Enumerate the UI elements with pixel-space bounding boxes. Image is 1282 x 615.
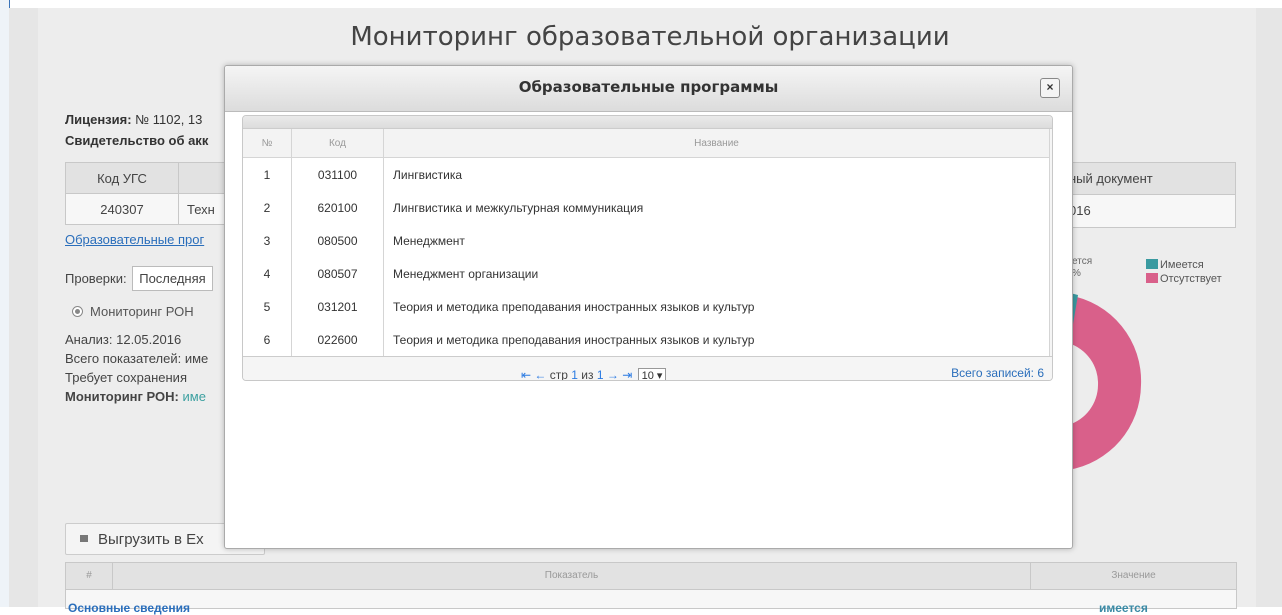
ugs-cell-code: 240307 [65,193,179,225]
pager: ⇤ ← стр 1 из 1 → ⇥ 10 ▾ Всего записей: 6 [243,356,1052,381]
checks-label: Проверки: [65,271,127,286]
next-page-icon[interactable]: → [607,368,619,380]
row-code: 620100 [291,191,384,224]
table-row: Основные сведения имеется [66,590,1236,615]
indicators-col-name: Показатель [113,563,1031,589]
row-code: 080500 [291,224,384,257]
row-name: Лингвистика и межкультурная коммуникация [383,191,1050,224]
indicators-table-header: # Показатель Значение [66,563,1236,590]
page-current: 1 [571,368,578,381]
row-num: 4 [243,257,292,290]
table-row[interactable]: 3 080500 Менеджмент [243,224,1050,257]
donut-slice-absent [1068,295,1142,470]
legend-label-absent: Отсутствует [1160,273,1222,285]
legend-swatch-absent [1146,273,1158,283]
license-value: № 1102, 13 [135,112,203,127]
legend-item-present: Имеется [1146,258,1222,272]
row-code: 080507 [291,257,384,290]
legend-item-absent: Отсутствует [1146,272,1222,286]
chart-label-1: ется [1072,256,1093,267]
row-code: 022600 [291,323,384,356]
table-row[interactable]: 4 080507 Менеджмент организации [243,257,1050,290]
ugs-document-column: ный документ 016 [1062,162,1236,228]
row-name: Теория и методика преподавания иностранн… [383,290,1050,323]
chart-percent-label: ется % [1072,256,1092,280]
indicators-count: Всего показателей: име [65,351,209,366]
chart-legend: Имеется Отсутствует [1146,258,1222,286]
page-total: 1 [596,368,604,381]
row-name: Менеджмент [383,224,1050,257]
indicators-col-num: # [66,563,113,589]
table-row[interactable]: 5 031201 Теория и методика преподавания … [243,290,1050,323]
row-num: 5 [243,290,292,323]
analysis-date: Анализ: 12.05.2016 [65,332,182,347]
col-header-name[interactable]: Название [383,129,1050,158]
donut-chart [1068,293,1142,470]
programs-modal: Образовательные программы × № Код Назван… [224,65,1073,549]
programs-table: № Код Название 1 031100 Лингвистика 2 62… [243,129,1050,356]
row-num: 2 [243,191,292,224]
legend-swatch-present [1146,259,1158,269]
indicators-table: # Показатель Значение Основные сведения … [65,562,1237,615]
col-header-num[interactable]: № [243,129,292,158]
first-page-icon[interactable]: ⇤ [521,368,531,380]
ugs-header-code: Код УГС [65,162,179,194]
row-section-link[interactable]: Основные сведения [68,601,190,615]
last-page-icon[interactable]: ⇥ [622,368,632,380]
legend-label-present: Имеется [1160,259,1204,271]
page-of: из [581,368,594,381]
row-num: 6 [243,323,292,356]
row-num: 1 [243,157,292,191]
table-row[interactable]: 2 620100 Лингвистика и межкультурная ком… [243,191,1050,224]
monitoring-radio[interactable]: Мониторинг РОН [72,304,194,319]
table-row[interactable]: 1 031100 Лингвистика [243,157,1050,191]
ugs-header-name [178,162,226,194]
pager-nav: ⇤ ← стр 1 из 1 → ⇥ 10 ▾ [521,368,667,381]
row-num: 3 [243,224,292,257]
row-value: имеется [1099,601,1148,615]
programs-link[interactable]: Образовательные прог [65,232,204,247]
modal-title: Образовательные программы [518,78,779,96]
prev-page-icon[interactable]: ← [534,368,546,380]
row-name: Менеджмент организации [383,257,1050,290]
license-line: Лицензия: № 1102, 13 [65,112,202,127]
grid-caption-bar [243,116,1052,129]
export-icon [80,535,88,542]
indicators-col-value: Значение [1111,570,1156,581]
license-label: Лицензия: [65,112,132,127]
requires-save: Требует сохранения [65,370,187,385]
ugs-table: Код УГС 240307 Техн [65,162,226,225]
monitoring-value: име [182,389,206,404]
row-code: 031100 [291,157,384,191]
close-icon[interactable]: × [1040,78,1060,98]
doc-header: ный документ [1063,163,1235,195]
ugs-cell-name: Техн [178,193,226,225]
chart-label-2: % [1072,268,1081,279]
table-row[interactable]: 6 022600 Теория и методика преподавания … [243,323,1050,356]
doc-value: 016 [1069,203,1091,218]
monitoring-status: Мониторинг РОН: име [65,389,206,404]
modal-header: Образовательные программы × [225,66,1072,112]
certificate-label: Свидетельство об акк [65,133,209,148]
row-name: Теория и методика преподавания иностранн… [383,323,1050,356]
total-records: Всего записей: 6 [951,366,1044,380]
export-label: Выгрузить в Ex [98,531,204,548]
programs-grid: № Код Название 1 031100 Лингвистика 2 62… [242,115,1053,381]
monitoring-label: Мониторинг РОН: [65,389,179,404]
row-code: 031201 [291,290,384,323]
page-size-select[interactable]: 10 ▾ [637,368,667,380]
page-prefix: стр [549,368,568,381]
radio-icon[interactable] [72,306,83,317]
row-name: Лингвистика [383,157,1050,191]
radio-label: Мониторинг РОН [90,304,194,319]
col-header-code[interactable]: Код [291,129,384,158]
page-title: Мониторинг образовательной организации [350,22,950,52]
checks-select[interactable]: Последняя [132,266,213,291]
checks-row: Проверки: Последняя [65,266,213,291]
